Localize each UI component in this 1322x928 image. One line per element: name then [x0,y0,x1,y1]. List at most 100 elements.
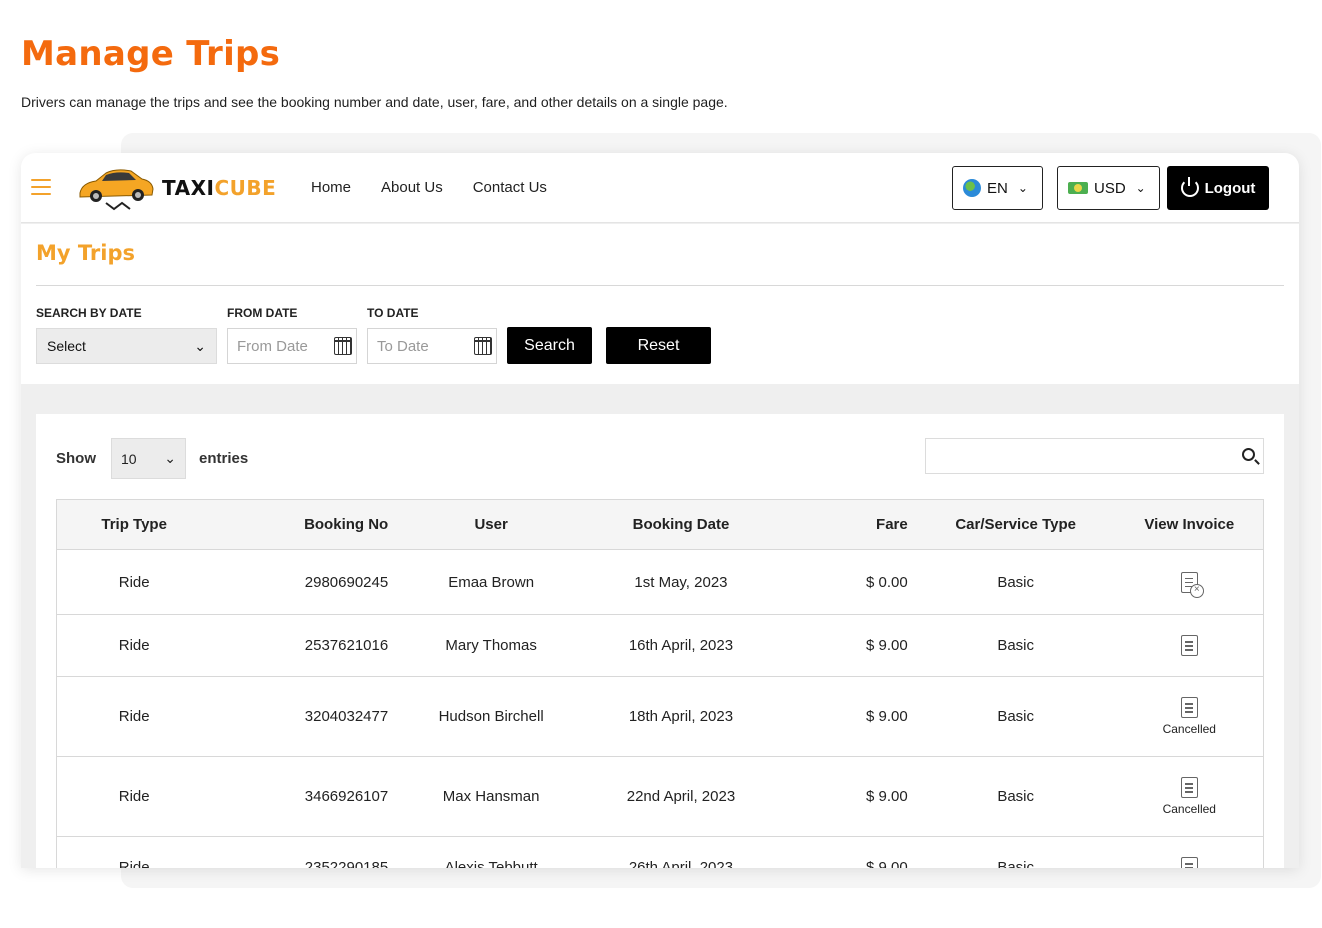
column-header[interactable]: Booking No [211,499,397,550]
reset-button[interactable]: Reset [606,327,711,364]
table-search-input[interactable] [925,438,1264,474]
booking-date-cell: 26th April, 2023 [586,836,776,868]
table-row: Ride 3204032477 Hudson Birchell 18th Apr… [56,676,1264,757]
from-date-placeholder: From Date [237,337,308,355]
view-invoice-cell: Cancelled [1115,756,1264,837]
language-value: EN [987,179,1008,197]
invoice-icon[interactable] [1180,635,1198,656]
view-invoice-cell [1115,549,1264,615]
hamburger-menu-icon[interactable] [31,179,51,195]
search-by-date-select[interactable]: Select ⌄ [36,328,217,364]
column-header[interactable]: Booking Date [586,499,776,550]
invoice-icon[interactable] [1180,697,1198,718]
booking-date-cell: 16th April, 2023 [586,614,776,677]
invoice-cancel-icon[interactable] [1180,571,1204,598]
fare-cell: $ 0.00 [775,549,916,615]
filter-panel: My Trips SEARCH BY DATE Select ⌄ FROM DA… [21,224,1299,384]
language-select[interactable]: EN ⌄ [952,166,1043,210]
booking-no-cell: 3466926107 [211,756,397,837]
top-navbar: TAXICUBE Home About Us Contact Us EN ⌄ U… [21,153,1299,223]
chevron-down-icon: ⌄ [164,450,176,466]
trip-type-cell: Ride [56,549,212,615]
view-invoice-cell: Cancelled [1115,676,1264,757]
trip-type-cell: Ride [56,614,212,677]
column-header[interactable]: User [396,499,587,550]
column-header[interactable]: Trip Type [56,499,212,550]
from-date-input[interactable]: From Date [227,328,357,364]
car-type-cell: Basic [915,836,1116,868]
booking-no-cell: 2352290185 [211,836,397,868]
currency-value: USD [1094,179,1126,197]
user-cell: Emaa Brown [396,549,587,615]
nav-contact-link[interactable]: Contact Us [473,179,547,196]
view-invoice-cell [1115,614,1264,677]
nav-home-link[interactable]: Home [311,179,351,196]
fare-cell: $ 9.00 [775,614,916,677]
fare-cell: $ 9.00 [775,676,916,757]
booking-date-cell: 1st May, 2023 [586,549,776,615]
column-header[interactable]: Fare [775,499,916,550]
invoice-icon[interactable] [1180,857,1198,868]
calendar-icon[interactable] [334,337,352,355]
to-date-placeholder: To Date [377,337,429,355]
page-description: Drivers can manage the trips and see the… [21,94,728,110]
user-cell: Max Hansman [396,756,587,837]
booking-no-cell: 2980690245 [211,549,397,615]
divider [36,285,1284,286]
logout-label: Logout [1204,179,1256,197]
booking-no-cell: 3204032477 [211,676,397,757]
chevron-down-icon: ⌄ [1135,181,1146,195]
fare-cell: $ 9.00 [775,836,916,868]
app-window: TAXICUBE Home About Us Contact Us EN ⌄ U… [21,153,1299,868]
search-by-date-label: SEARCH BY DATE [36,306,142,320]
logout-button[interactable]: Logout [1167,166,1269,210]
chevron-down-icon: ⌄ [194,337,206,354]
to-date-label: TO DATE [367,306,419,320]
car-type-cell: Basic [915,676,1116,757]
chevron-down-icon: ⌄ [1017,181,1028,195]
search-icon[interactable] [1242,448,1255,461]
to-date-input[interactable]: To Date [367,328,497,364]
trips-table: Trip Type Booking No User Booking Date F… [56,499,1264,868]
currency-select[interactable]: USD ⌄ [1057,166,1160,210]
trip-type-cell: Ride [56,676,212,757]
status-label: Cancelled [1162,802,1216,816]
globe-icon [963,179,981,197]
calendar-icon[interactable] [474,337,492,355]
car-type-cell: Basic [915,756,1116,837]
show-label: Show [56,450,96,467]
trip-type-cell: Ride [56,836,212,868]
user-cell: Mary Thomas [396,614,587,677]
search-by-date-value: Select [47,338,86,354]
user-cell: Hudson Birchell [396,676,587,757]
column-header[interactable]: View Invoice [1115,499,1264,550]
car-type-cell: Basic [915,614,1116,677]
table-row: Ride 2980690245 Emaa Brown 1st May, 2023… [56,549,1264,615]
view-invoice-cell [1115,836,1264,868]
from-date-label: FROM DATE [227,306,298,320]
entries-per-page-select[interactable]: 10 ⌄ [111,438,186,479]
page-title: Manage Trips [21,34,281,74]
brand-logo-text[interactable]: TAXICUBE [162,176,276,200]
booking-date-cell: 22nd April, 2023 [586,756,776,837]
column-header[interactable]: Car/Service Type [915,499,1116,550]
money-icon [1068,182,1088,194]
status-label: Cancelled [1162,722,1216,736]
user-cell: Alexis Tebbutt [396,836,587,868]
car-type-cell: Basic [915,549,1116,615]
entries-value: 10 [121,450,137,467]
main-nav: Home About Us Contact Us [311,179,547,196]
table-row: Ride 2537621016 Mary Thomas 16th April, … [56,614,1264,677]
nav-about-link[interactable]: About Us [381,179,443,196]
trips-table-card: Show 10 ⌄ entries Trip Type Booking No U… [36,414,1284,868]
trip-type-cell: Ride [56,756,212,837]
section-heading: My Trips [36,241,136,265]
booking-no-cell: 2537621016 [211,614,397,677]
taxi-car-logo-icon [79,169,154,211]
invoice-icon[interactable] [1180,777,1198,798]
power-icon [1180,177,1199,197]
table-header-row: Trip Type Booking No User Booking Date F… [56,499,1264,550]
search-button[interactable]: Search [507,327,592,364]
entries-label: entries [199,450,249,467]
table-row: Ride 3466926107 Max Hansman 22nd April, … [56,756,1264,837]
